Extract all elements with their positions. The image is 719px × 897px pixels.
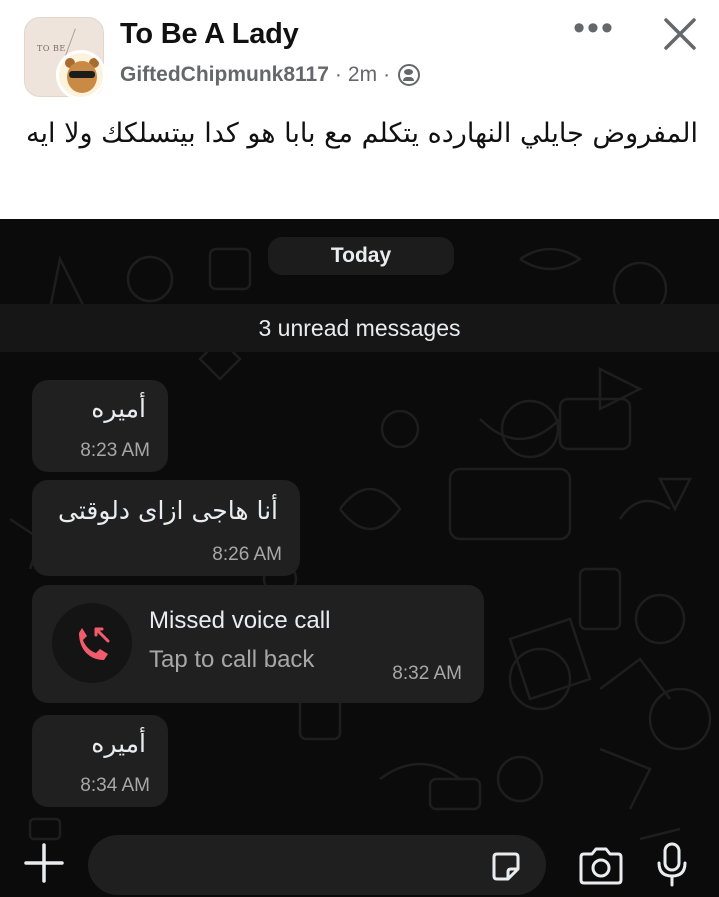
call-back-link[interactable]: Tap to call back — [149, 646, 314, 674]
message-time: 8:32 AM — [392, 663, 462, 684]
unread-divider: 3 unread messages — [0, 304, 719, 352]
message-text: أميره — [91, 394, 146, 423]
post-meta: GiftedChipmunk8117 · 2m · — [120, 63, 421, 87]
missed-call-title: Missed voice call — [149, 607, 331, 634]
missed-call-bubble[interactable]: Missed voice call Tap to call back 8:32 … — [32, 585, 484, 703]
meta-separator: · — [334, 63, 342, 86]
day-divider: Today — [268, 237, 454, 275]
post-time[interactable]: 2m — [348, 63, 377, 87]
post-body: المفروض جايلي النهارده يتكلم مع بابا هو … — [26, 118, 698, 149]
close-icon[interactable] — [660, 14, 700, 54]
message-bubble[interactable]: أميره 8:23 AM — [32, 380, 168, 472]
mic-icon[interactable] — [654, 841, 690, 889]
author-name[interactable]: GiftedChipmunk8117 — [120, 63, 329, 87]
group-name[interactable]: To Be A Lady — [120, 18, 299, 51]
message-time: 8:23 AM — [80, 440, 150, 461]
message-text: أنا هاجى ازاى دلوقتى — [58, 496, 278, 525]
post-header: TO BE To Be A Lady GiftedChipmunk8117 · … — [0, 0, 719, 110]
message-input[interactable] — [88, 835, 546, 895]
sticker-icon[interactable] — [488, 849, 524, 885]
message-time: 8:34 AM — [80, 775, 150, 796]
message-bubble[interactable]: أنا هاجى ازاى دلوقتى 8:26 AM — [32, 480, 300, 576]
message-time: 8:26 AM — [212, 544, 282, 565]
user-avatar[interactable] — [56, 50, 106, 100]
camera-icon[interactable] — [577, 845, 625, 887]
meta-separator: · — [383, 63, 391, 86]
more-icon[interactable]: ••• — [572, 11, 616, 46]
missed-call-icon — [79, 627, 110, 660]
chat-input-bar — [0, 821, 719, 897]
globe-icon — [398, 64, 421, 86]
group-avatar-text: TO BE — [37, 44, 66, 53]
missed-call-icon-circle — [52, 603, 132, 683]
message-bubble[interactable]: أميره 8:34 AM — [32, 715, 168, 807]
plus-icon[interactable] — [22, 841, 66, 885]
message-text: أميره — [91, 729, 146, 758]
chat-screenshot: Today 3 unread messages أميره 8:23 AM أن… — [0, 219, 719, 897]
sunglasses-icon — [69, 71, 95, 78]
